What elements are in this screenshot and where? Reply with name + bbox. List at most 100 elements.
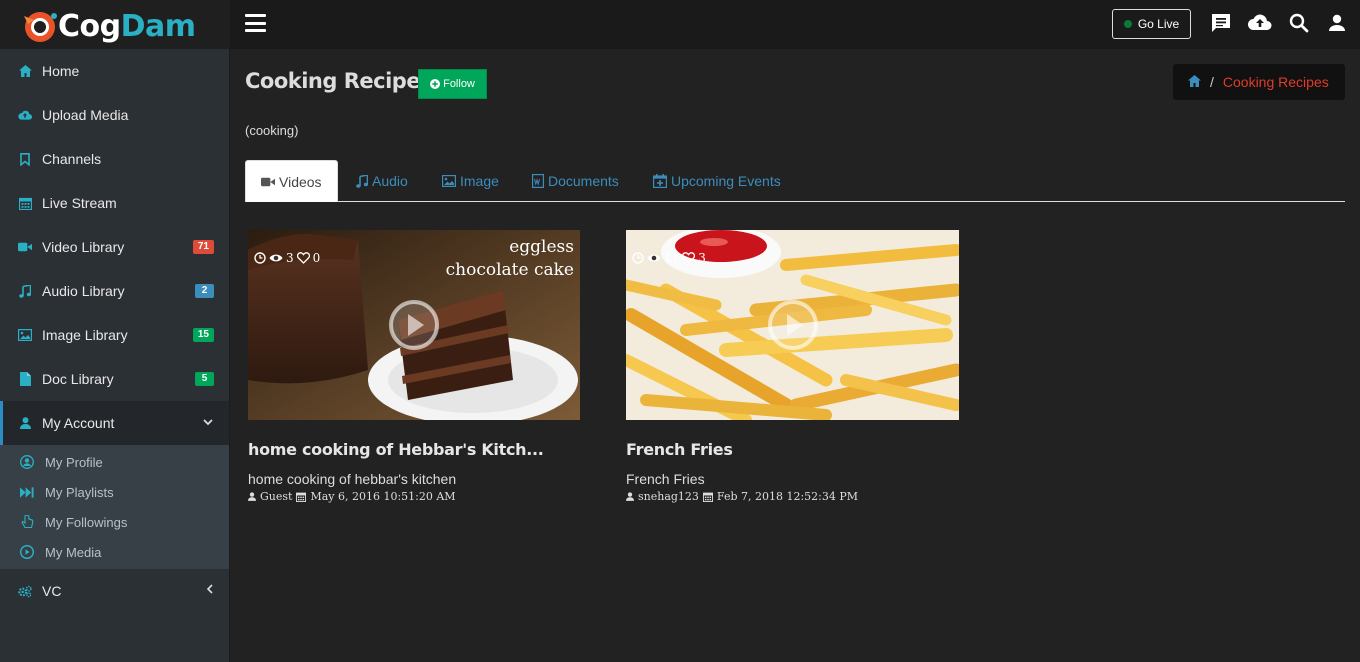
sidebar-item-upload-media[interactable]: Upload Media [0, 93, 229, 137]
video-title[interactable]: French Fries [626, 440, 959, 459]
logo-area: CogDam [0, 0, 230, 49]
video-count-badge: 71 [192, 240, 214, 254]
tab-label: Image [460, 173, 499, 189]
thumbnail-overlay-line: eggless [509, 237, 574, 257]
sidebar-subitem-label: My Media [45, 544, 102, 560]
chevron-down-icon [203, 415, 213, 429]
video-description: French Fries [626, 471, 705, 487]
user-icon [248, 492, 256, 501]
skip-forward-icon [20, 485, 34, 499]
sidebar: Home Upload Media Channels Live Stream V… [0, 49, 230, 662]
calendar-icon [296, 492, 307, 502]
tab-upcoming-events[interactable]: Upcoming Events [653, 160, 781, 202]
hand-pointer-icon [20, 515, 34, 529]
heart-icon [682, 252, 696, 264]
plus-circle-icon [430, 79, 441, 89]
video-thumbnail[interactable]: 11 3 [626, 230, 959, 420]
sidebar-item-label: Audio Library [42, 283, 125, 299]
sidebar-item-label: Home [42, 63, 80, 79]
sidebar-subitem-label: My Playlists [45, 484, 114, 500]
bookmark-icon [18, 152, 32, 166]
calendar-plus-icon [653, 174, 667, 188]
upload-cloud-icon[interactable] [1247, 11, 1273, 35]
media-tabs: Videos Audio Image Documents Upcoming Ev… [245, 160, 1345, 202]
video-thumbnail[interactable]: eggless chocolate cake 3 0 [248, 230, 580, 420]
search-icon[interactable] [1287, 11, 1311, 35]
sidebar-subitem-label: My Followings [45, 514, 128, 530]
tab-audio[interactable]: Audio [356, 160, 408, 202]
play-icon[interactable] [388, 299, 440, 351]
video-card: 11 3 French Fries French Fries snehag123… [626, 230, 959, 503]
video-meta: Guest May 6, 2016 10:51:20 AM [248, 490, 580, 503]
view-count: 11 [664, 251, 680, 265]
follow-button[interactable]: Follow [418, 69, 487, 99]
calendar-icon [702, 492, 713, 502]
sidebar-item-label: My Account [42, 415, 115, 431]
user-icon[interactable] [1325, 11, 1349, 35]
tab-label: Documents [548, 173, 619, 189]
user-icon [18, 416, 32, 430]
page-title: Cooking Recipes [245, 69, 433, 93]
tab-videos[interactable]: Videos [245, 160, 338, 202]
sidebar-item-home[interactable]: Home [0, 49, 229, 93]
logo-text: CogDam [58, 8, 196, 44]
user-icon [626, 492, 634, 501]
sidebar-item-label: VC [42, 583, 62, 599]
video-description: home cooking of hebbar's kitchen [248, 471, 457, 487]
chat-icon[interactable] [1209, 11, 1233, 35]
home-icon [18, 64, 32, 78]
video-camera-icon [261, 177, 275, 186]
sidebar-subitem-my-profile[interactable]: My Profile [0, 447, 229, 477]
cogs-icon [18, 584, 32, 598]
sidebar-item-vc[interactable]: VC [0, 569, 229, 613]
video-stats: 11 3 [632, 251, 706, 265]
thumbnail-overlay-line: chocolate cake [445, 260, 574, 280]
sidebar-item-channels[interactable]: Channels [0, 137, 229, 181]
eye-icon [269, 254, 283, 262]
tab-label: Audio [372, 173, 408, 189]
tab-image[interactable]: Image [442, 160, 499, 202]
chevron-left-icon [206, 583, 213, 597]
clock-icon [632, 252, 644, 264]
doc-count-badge: 5 [195, 372, 214, 386]
audio-count-badge: 2 [195, 284, 214, 298]
sidebar-item-audio-library[interactable]: Audio Library 2 [0, 269, 229, 313]
breadcrumb-current: Cooking Recipes [1222, 74, 1329, 90]
live-dot-icon [1123, 20, 1132, 28]
top-bar: CogDam Go Live [0, 0, 1360, 49]
sidebar-item-label: Channels [42, 151, 102, 167]
channel-tag: (cooking) [245, 123, 299, 138]
home-icon[interactable] [1188, 74, 1201, 90]
play-circle-icon [20, 545, 34, 559]
clock-icon [254, 252, 266, 264]
uploader-name: snehag123 [638, 490, 699, 503]
sidebar-item-label: Upload Media [42, 107, 129, 123]
video-meta: snehag123 Feb 7, 2018 12:52:34 PM [626, 490, 959, 503]
upload-date: May 6, 2016 10:51:20 AM [310, 490, 456, 503]
video-title[interactable]: home cooking of Hebbar's Kitch... [248, 440, 580, 459]
sidebar-item-image-library[interactable]: Image Library 15 [0, 313, 229, 357]
sidebar-item-label: Live Stream [42, 195, 117, 211]
image-icon [18, 328, 32, 342]
go-live-button[interactable]: Go Live [1112, 9, 1191, 39]
sidebar-subitem-my-followings[interactable]: My Followings [0, 507, 229, 537]
thumbnail-overlay-text: eggless chocolate cake [446, 236, 574, 282]
menu-toggle-button[interactable] [245, 14, 266, 32]
play-icon[interactable] [767, 299, 819, 351]
my-account-submenu: My Profile My Playlists My Followings My… [0, 445, 229, 569]
sidebar-subitem-label: My Profile [45, 454, 103, 470]
cloud-upload-icon [18, 108, 32, 122]
sidebar-item-doc-library[interactable]: Doc Library 5 [0, 357, 229, 401]
sidebar-subitem-my-media[interactable]: My Media [0, 537, 229, 567]
sidebar-item-video-library[interactable]: Video Library 71 [0, 225, 229, 269]
sidebar-item-my-account[interactable]: My Account [0, 401, 229, 445]
breadcrumb: / Cooking Recipes [1173, 64, 1345, 100]
tab-documents[interactable]: Documents [532, 160, 619, 202]
like-count: 0 [312, 251, 321, 265]
word-file-icon [532, 174, 544, 188]
sidebar-subitem-my-playlists[interactable]: My Playlists [0, 477, 229, 507]
logo[interactable]: CogDam [20, 6, 196, 46]
sidebar-item-label: Video Library [42, 239, 125, 255]
follow-label: Follow [443, 78, 475, 90]
sidebar-item-live-stream[interactable]: Live Stream [0, 181, 229, 225]
